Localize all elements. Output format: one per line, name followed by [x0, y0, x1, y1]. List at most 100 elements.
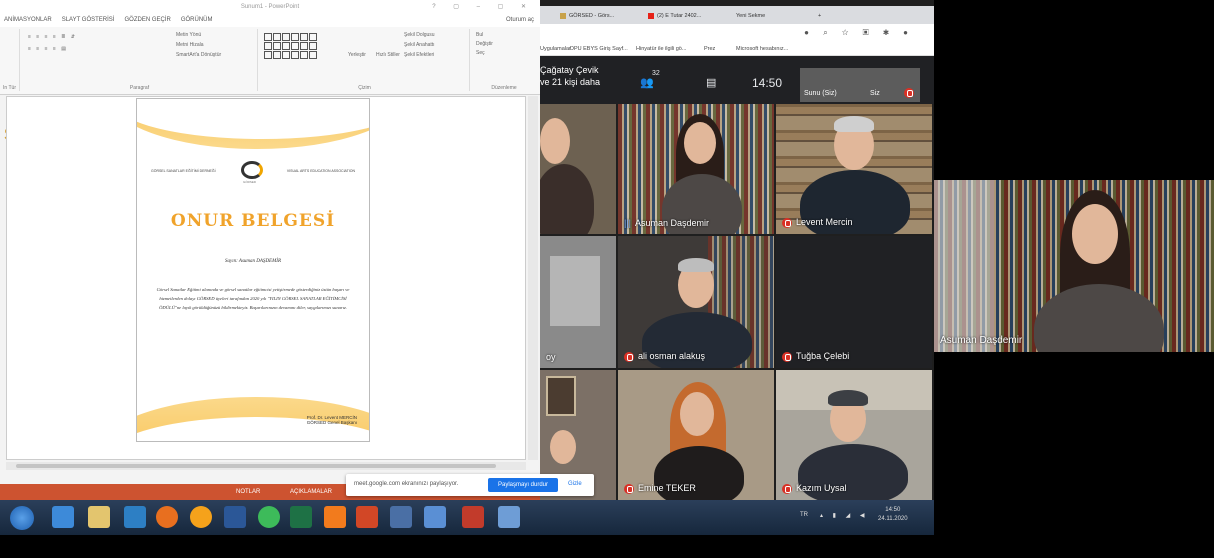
tab-animations[interactable]: ANİMASYONLAR [4, 14, 52, 27]
screen-share-notice: meet.google.com ekranınızı paylaşıyor. P… [346, 474, 594, 496]
comments-button[interactable]: AÇIKLAMALAR [290, 484, 332, 500]
chrome-tab-gorsed[interactable]: GÖRSED - Görs... [560, 9, 638, 24]
mic-muted-icon [624, 352, 634, 362]
share-notice-text: meet.google.com ekranınızı paylaşıyor. [354, 481, 459, 487]
mic-muted-icon [782, 218, 792, 228]
participant-name: oy [546, 352, 556, 362]
bookmark-google[interactable]: Hinyatür ile ilgili gö... [636, 42, 686, 56]
paragraph-icons[interactable]: ≡ ≡ ≡ ≡ ≣ ⇵ [28, 34, 77, 40]
app-icon-1[interactable] [390, 506, 412, 528]
tile-asuman[interactable]: ||| Asuman Daşdemir [618, 104, 774, 234]
app-icon-3[interactable] [498, 506, 520, 528]
org-name-tr: GÖRSEL SANATLAR EĞİTİMİ DERNEĞİ [151, 169, 216, 173]
select-button[interactable]: Seç [476, 50, 536, 56]
replace-button[interactable]: Değiştir [476, 41, 536, 47]
text-direction-button[interactable]: Metin Yönü [176, 32, 201, 38]
group-label-editing: Düzenleme [491, 85, 517, 91]
self-label: Sunu (Siz) [804, 90, 837, 97]
meet-topbar: Çağatay Çevik ve 21 kişi daha 👥 32 ▤ 14:… [540, 56, 934, 104]
chrome-icon[interactable] [258, 506, 280, 528]
shape-outline-button[interactable]: Şekil Anahattı [404, 42, 435, 48]
tray-icons[interactable]: ▴ ▮ ◢ ◀ [820, 512, 869, 519]
org-name-en: VISUAL ARTS EDUCATION ASSOCIATION [286, 169, 355, 173]
vertical-scrollbar[interactable] [528, 96, 538, 460]
firefox-icon[interactable] [156, 506, 178, 528]
tray-language[interactable]: TR [800, 512, 808, 518]
stop-sharing-button[interactable]: Paylaşmayı durdur [488, 478, 558, 492]
hide-button[interactable]: Gizle [568, 481, 582, 487]
chat-icon[interactable]: ▤ [706, 76, 716, 89]
tab-review[interactable]: GÖZDEN GEÇİR [124, 14, 170, 27]
tile-partial-1[interactable] [540, 104, 616, 234]
tile-kazim[interactable]: Kazım Uysal [776, 370, 932, 500]
chrome-tab-youtube[interactable]: (2) E Tutar 2402... [648, 9, 728, 24]
align-text-button[interactable]: Metni Hizala [176, 42, 204, 48]
self-preview[interactable]: Sunu (Siz) Siz [800, 68, 920, 102]
shape-effects-button[interactable]: Şekil Efektleri [404, 52, 434, 58]
arrange-button[interactable]: Yerleştir [348, 52, 366, 58]
presenter-info: Çağatay Çevik ve 21 kişi daha [540, 64, 600, 88]
word-icon[interactable] [224, 506, 246, 528]
shape-fill-button[interactable]: Şekil Dolgusu [404, 32, 435, 38]
tab-view[interactable]: GÖRÜNÜM [181, 14, 213, 27]
shared-screen: Sunum1 - PowerPoint ? ▢ – ▢ ✕ ANİMASYONL… [0, 0, 934, 535]
excel-icon[interactable] [290, 506, 312, 528]
self-label-2: Siz [870, 90, 880, 97]
find-button[interactable]: Bul [476, 32, 536, 38]
start-button-icon[interactable] [10, 506, 34, 530]
extension-icons[interactable]: ● ⌕ ☆ ▣ ✱ ● [804, 28, 914, 38]
ppt-title: Sunum1 - PowerPoint [240, 4, 300, 10]
explorer-icon[interactable] [88, 506, 110, 528]
participant-name: Tuğba Çelebi [782, 351, 849, 362]
presenter-others: ve 21 kişi daha [540, 77, 601, 87]
bookmark-microsoft[interactable]: Microsoft hesabınız... [736, 42, 788, 56]
tray-clock[interactable]: 14:50 24.11.2020 [878, 506, 908, 524]
horizontal-scrollbar[interactable] [6, 462, 526, 470]
ppt-titlebar: Sunum1 - PowerPoint ? ▢ – ▢ ✕ [0, 0, 540, 14]
tile-levent[interactable]: Levent Mercin [776, 104, 932, 234]
mic-muted-icon [782, 484, 792, 494]
quick-styles-button[interactable]: Hızlı Stiller [376, 52, 400, 58]
gorsed-logo-icon [241, 161, 263, 179]
org-short: GÖRSED [243, 180, 257, 184]
photoshop-icon[interactable] [124, 506, 146, 528]
app-icon-2[interactable] [424, 506, 446, 528]
tile-partial-2[interactable]: oy [540, 236, 616, 368]
powerpoint-icon[interactable] [356, 506, 378, 528]
name-text: Asuman Daşdemir [635, 218, 710, 228]
mic-muted-icon [904, 88, 914, 98]
window-bg [550, 256, 600, 326]
tile-tugba[interactable]: Tuğba Çelebi [776, 236, 932, 368]
powerpoint-window: Sunum1 - PowerPoint ? ▢ – ▢ ✕ ANİMASYONL… [0, 0, 540, 500]
chrome-tab-new[interactable]: Yeni Sekme [736, 9, 806, 24]
picture-frame-bg [546, 376, 576, 416]
participants-icon[interactable]: 👥 [640, 76, 654, 89]
logo-row: GÖRSEL SANATLAR EĞİTİMİ DERNEĞİ GÖRSED V… [137, 161, 369, 184]
participant-name: ||| Asuman Daşdemir [624, 218, 709, 228]
speaker-name: Asuman Daşdemir [940, 335, 1023, 346]
tile-emine[interactable]: Emine TEKER [618, 370, 774, 500]
youtube-favicon-icon [648, 12, 654, 19]
active-speaker-view[interactable]: Asuman Daşdemir [934, 180, 1214, 352]
sign-in-link[interactable]: Oturum aç [506, 14, 534, 27]
paragraph-icons-2[interactable]: ≡ ≡ ≡ ≡ ▤ [28, 46, 68, 52]
bookmark-ebys[interactable]: DPU EBYS Giriş Sayf... [570, 42, 628, 56]
new-tab-button[interactable]: + [818, 9, 832, 24]
notes-button[interactable]: NOTLAR [236, 484, 260, 500]
media-player-icon[interactable] [190, 506, 212, 528]
participant-name: ali osman alakuş [624, 351, 705, 362]
illustrator-icon[interactable] [324, 506, 346, 528]
window-controls[interactable]: ? ▢ – ▢ ✕ [432, 0, 534, 14]
pdf-icon[interactable] [462, 506, 484, 528]
bookmark-apps[interactable]: Uygulamalar [540, 42, 571, 56]
smartart-button[interactable]: SmartArt'a Dönüştür [176, 52, 221, 58]
participant-hair [834, 116, 874, 132]
mic-muted-icon [782, 352, 792, 362]
bookmark-prez[interactable]: Prez [704, 42, 715, 56]
tile-ali-osman[interactable]: ali osman alakuş [618, 236, 774, 368]
tab-slideshow[interactable]: SLAYT GÖSTERİSİ [62, 14, 115, 27]
group-label-drawing: Çizim [358, 85, 371, 91]
signer-role: GÖRSED Genel Başkanı [306, 420, 357, 425]
ie-icon[interactable] [52, 506, 74, 528]
mic-muted-icon [624, 484, 634, 494]
